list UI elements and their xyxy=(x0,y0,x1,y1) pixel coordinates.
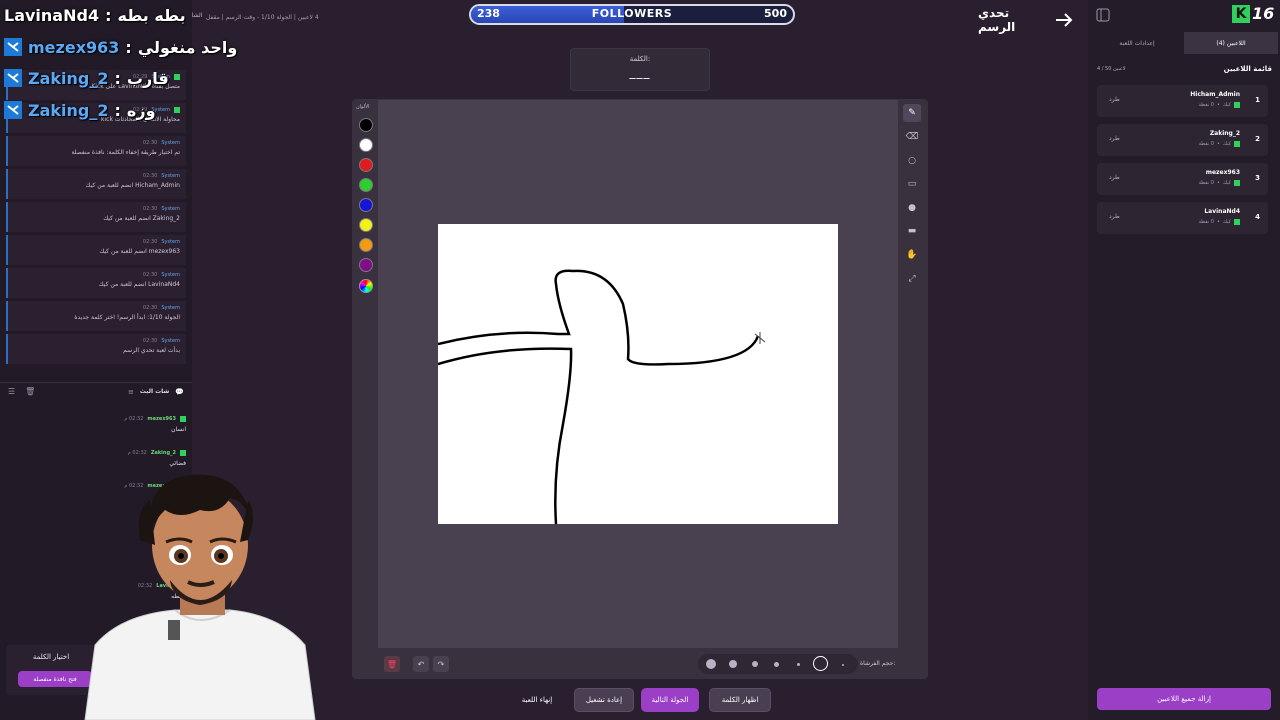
followers-goal-bar: 238 FOLLOWERS 500 xyxy=(469,4,795,25)
kick-player-button[interactable]: طرد xyxy=(1109,96,1120,103)
player-card: 3 mezex963 كيك • 0 نقطة طرد xyxy=(1097,163,1268,195)
pencil-icon[interactable]: ✎ xyxy=(903,104,921,122)
filter-icon[interactable]: ≡ xyxy=(128,388,134,396)
word-value: ___ xyxy=(629,65,651,79)
palette-label: الألوان xyxy=(356,104,370,110)
chat-message: Zaking_2 02:32 م فضائي xyxy=(127,450,186,467)
remove-all-players-button[interactable]: إزالة جميع اللاعبين xyxy=(1097,688,1271,710)
overlay-chat-line: Zaking_2 : وزه xyxy=(4,99,156,121)
show-word-button[interactable]: اظهار الكلمة xyxy=(709,688,771,712)
streamer-avatar xyxy=(84,474,316,720)
followers-label: FOLLOWERS xyxy=(591,7,673,20)
brush-size-xxs[interactable] xyxy=(842,664,844,666)
system-message: System 02:30 Zaking_2 انضم للعبة من كيك xyxy=(6,202,186,232)
chat-header: ☰ 🗑 ≡ شات البث 💬 xyxy=(0,382,192,400)
player-name: Hicham_Admin xyxy=(1190,91,1240,98)
color-swatch[interactable] xyxy=(359,118,373,132)
color-swatch[interactable] xyxy=(359,258,373,272)
color-swatch[interactable] xyxy=(359,138,373,152)
undo-button[interactable]: ↶ xyxy=(413,656,429,672)
system-message: System 02:30 LavinaNd4 انضم للعبة من كيك xyxy=(6,268,186,298)
kick-player-button[interactable]: طرد xyxy=(1109,213,1120,220)
brush-size-label: حجم الفرشاة: xyxy=(860,660,896,667)
word-label: الكلمة: xyxy=(629,55,651,63)
chat-icon: 💬 xyxy=(175,387,184,396)
fill-icon[interactable]: ● xyxy=(903,199,921,217)
chat-message: mezex963 02:32 م انسان xyxy=(124,416,186,433)
line-icon[interactable]: ▬ xyxy=(903,222,921,240)
page-title: تحدي الرسم xyxy=(978,6,1016,34)
brush-size-s[interactable] xyxy=(774,662,779,667)
next-round-button[interactable]: الجولة التالية xyxy=(641,688,699,712)
trash-icon[interactable]: 🗑 xyxy=(25,387,35,396)
hidden-word-box: الكلمة: ___ xyxy=(570,48,710,91)
system-message: System 02:30 بدأت لعبة تحدي الرسم xyxy=(6,334,186,364)
system-message: System 02:30 تم اختيار طريقة إخفاء الكلمة… xyxy=(6,136,186,166)
color-swatch[interactable] xyxy=(359,238,373,252)
overlay-chat-line: LavinaNd4 : بطه بطه الشا xyxy=(4,5,203,25)
player-name: Zaking_2 xyxy=(1209,130,1240,137)
kick-icon xyxy=(4,101,22,119)
player-rank: 1 xyxy=(1255,96,1260,104)
end-game-button[interactable]: إنهاء اللعبة xyxy=(508,688,566,712)
color-swatch[interactable] xyxy=(359,198,373,212)
brush-size-xs[interactable] xyxy=(797,663,800,666)
players-count: 4 / 50 لاعبين xyxy=(1097,66,1126,72)
player-card: 1 Hicham_Admin كيك • 0 نقطة طرد xyxy=(1097,85,1268,117)
eraser-icon[interactable]: ⌫ xyxy=(903,128,921,146)
overlay-chat-line: Zaking_2 : قارب xyxy=(4,67,169,89)
logo-number: 16 xyxy=(1252,4,1275,23)
redo-button[interactable]: ↷ xyxy=(433,656,449,672)
kick-player-button[interactable]: طرد xyxy=(1109,174,1120,181)
menu-icon[interactable]: ☰ xyxy=(8,387,15,396)
player-card: 4 LavinaNd4 كيك • 0 نقطة طرد xyxy=(1097,202,1268,234)
system-message: System 02:30 Hicham_Admin انضم للعبة من ك… xyxy=(6,169,186,199)
rectangle-icon[interactable]: ▭ xyxy=(903,175,921,193)
player-rank: 3 xyxy=(1255,174,1260,182)
custom-color-picker[interactable] xyxy=(359,279,373,293)
players-list-title: قائمة اللاعبين xyxy=(1223,65,1272,73)
pan-icon[interactable]: ✋ xyxy=(903,246,921,264)
player-rank: 2 xyxy=(1255,135,1260,143)
followers-goal: 500 xyxy=(764,7,787,20)
brush-size-l[interactable] xyxy=(729,660,737,668)
circle-icon[interactable]: ○ xyxy=(903,152,921,170)
kick-icon xyxy=(4,38,22,56)
app-logo: K 16 xyxy=(1232,4,1274,23)
collapse-panel-icon[interactable] xyxy=(1096,8,1110,22)
system-message: System 02:30 الجولة 1/10: ابدأ الرسم! اخت… xyxy=(6,301,186,331)
arrow-right-icon[interactable] xyxy=(1055,13,1073,27)
page-header: تحدي الرسم xyxy=(978,6,1073,34)
drawing-canvas[interactable] xyxy=(438,224,838,524)
player-name: LavinaNd4 xyxy=(1204,208,1240,215)
kick-logo-icon: K xyxy=(1232,4,1250,23)
color-swatch[interactable] xyxy=(359,178,373,192)
color-swatch[interactable] xyxy=(359,158,373,172)
expand-icon[interactable]: ⤢ xyxy=(903,270,921,288)
color-swatch[interactable] xyxy=(359,218,373,232)
restart-button[interactable]: إعادة تشغيل xyxy=(574,688,634,712)
brush-size-xl[interactable] xyxy=(706,659,716,669)
tab-settings[interactable]: إعدادات اللعبة xyxy=(1090,32,1184,54)
system-message: System 02:30 mezex963 انضم للعبة من كيك xyxy=(6,235,186,265)
brush-size-m[interactable] xyxy=(752,661,758,667)
player-card: 2 Zaking_2 كيك • 0 نقطة طرد xyxy=(1097,124,1268,156)
chat-title: شات البث xyxy=(139,388,170,395)
player-rank: 4 xyxy=(1255,213,1260,221)
player-name: mezex963 xyxy=(1205,169,1240,176)
clear-canvas-button[interactable]: 🗑 xyxy=(384,656,400,672)
kick-player-button[interactable]: طرد xyxy=(1109,135,1120,142)
tab-players[interactable]: اللاعبين (4) xyxy=(1184,32,1278,54)
round-info: 4 لاعبين | الجولة 1/10 - وقت الرسم | مقف… xyxy=(206,14,319,21)
brush-size-selected[interactable] xyxy=(813,656,828,671)
header-fragment: الشا xyxy=(191,11,203,19)
kick-icon xyxy=(4,69,22,87)
overlay-chat-line: mezex963 : واحد منغولي xyxy=(4,36,237,58)
